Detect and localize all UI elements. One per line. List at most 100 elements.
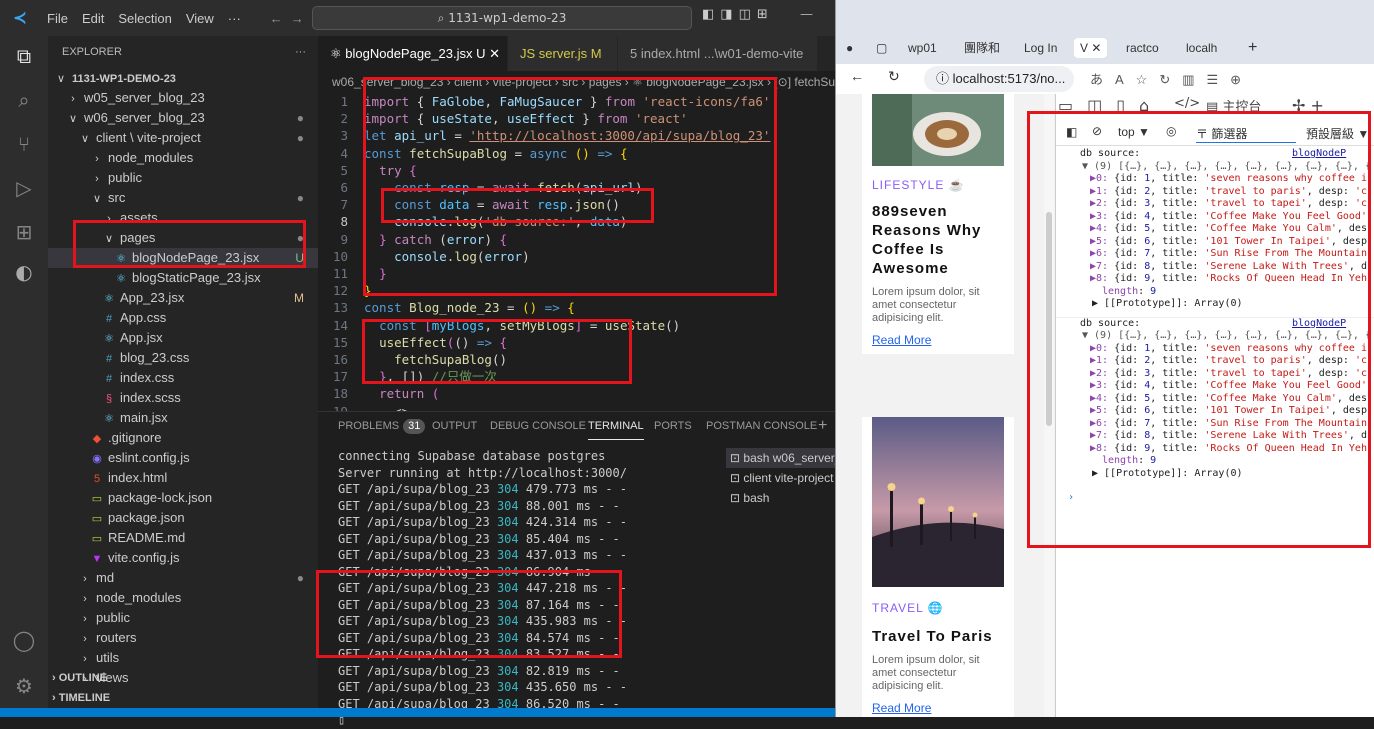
tree-item[interactable]: › w05_server_blog_23: [48, 88, 318, 108]
new-tab-button[interactable]: +: [1248, 38, 1257, 58]
tree-item-label: w06_server_blog_23: [84, 110, 205, 125]
tree-item-label: md: [96, 570, 115, 585]
tab-problems[interactable]: PROBLEMS 31: [338, 412, 426, 440]
file-type-icon: #: [105, 313, 113, 325]
tab-actions-icon[interactable]: ▢: [876, 38, 887, 58]
timeline-section[interactable]: › TIMELINE: [48, 688, 318, 708]
nav-arrows-icon[interactable]: ←→: [270, 11, 312, 26]
tree-item[interactable]: › routers: [48, 628, 318, 648]
tree-item[interactable]: › node_modules: [48, 148, 318, 168]
tree-item[interactable]: ▭ README.md: [48, 528, 318, 548]
tree-item[interactable]: ▼ vite.config.js: [48, 548, 318, 568]
tree-item[interactable]: › utils: [48, 648, 318, 668]
browser-toolbar-icons[interactable]: あA☆↻▥☰⊕: [1090, 69, 1253, 88]
chevron-icon: ›: [83, 613, 87, 625]
browser-tab-ractco[interactable]: ractco: [1126, 38, 1159, 58]
tree-item[interactable]: ⚛ App.jsx: [48, 328, 318, 348]
browser-tab-wp01[interactable]: wp01: [908, 38, 937, 58]
chevron-icon: ›: [83, 633, 87, 645]
file-type-icon: #: [105, 353, 113, 365]
read-more-link[interactable]: Read More: [872, 701, 1014, 715]
git-status-badge: ●: [296, 191, 304, 205]
code-line[interactable]: 18 return (: [318, 385, 912, 403]
vscode-logo-icon: ≺: [13, 10, 27, 27]
tree-item[interactable]: ⚛ blogStaticPage_23.jsx: [48, 268, 318, 288]
browser-tab-localhost[interactable]: localh: [1186, 38, 1217, 58]
tab-output[interactable]: OUTPUT: [432, 412, 477, 440]
browser-tab-login[interactable]: Log In: [1024, 38, 1057, 58]
tree-item[interactable]: ⚛ App_23.jsx M: [48, 288, 318, 308]
tab-index-html[interactable]: 5 index.html ...\w01-demo-vite: [618, 36, 818, 71]
layout-toggle-icons[interactable]: ◧◨◫⊞: [702, 7, 774, 22]
outline-section[interactable]: › OUTLINE: [48, 668, 318, 688]
tree-item[interactable]: ▭ package-lock.json: [48, 488, 318, 508]
tree-item[interactable]: § index.scss: [48, 388, 318, 408]
tab-blognodepage[interactable]: ⚛ blogNodePage_23.jsx U ✕: [318, 36, 508, 71]
card-body: LIFESTYLE ☕ 889seven Reasons Why Coffee Is A…: [862, 178, 1014, 347]
menu-file[interactable]: File: [40, 11, 75, 26]
line-number: 7: [340, 197, 348, 213]
tree-item[interactable]: # App.css: [48, 308, 318, 328]
menu-view[interactable]: View: [179, 11, 221, 26]
settings-gear-icon[interactable]: ⚙: [10, 672, 38, 700]
tree-item[interactable]: ∨ w06_server_blog_23 ●: [48, 108, 318, 128]
tree-item-label: public: [96, 610, 130, 625]
tree-item[interactable]: ∨ client \ vite-project ●: [48, 128, 318, 148]
tree-item-label: App.css: [120, 310, 167, 325]
explorer-icon[interactable]: ⧉: [10, 42, 38, 70]
tab-ports[interactable]: PORTS: [654, 412, 692, 440]
back-icon[interactable]: ←: [850, 68, 864, 84]
search-icon[interactable]: ⌕: [10, 86, 38, 114]
tab-terminal[interactable]: TERMINAL: [588, 412, 644, 440]
tree-item-label: blogStaticPage_23.jsx: [132, 270, 261, 285]
card-category: LIFESTYLE ☕: [872, 178, 965, 192]
new-terminal-button[interactable]: +: [818, 412, 827, 440]
menu-more[interactable]: ···: [221, 11, 248, 26]
file-type-icon: ⚛: [104, 413, 114, 425]
browser-tab-team[interactable]: 團隊和: [964, 38, 1000, 58]
tab-server-js[interactable]: JS server.js M: [508, 36, 618, 71]
run-debug-icon[interactable]: ▷: [10, 174, 38, 202]
tree-item-label: README.md: [108, 530, 186, 545]
file-type-icon: #: [105, 373, 113, 385]
menu-selection[interactable]: Selection: [111, 11, 178, 26]
tree-item-label: 1131-WP1-DEMO-23: [72, 73, 176, 85]
tree-item[interactable]: ◉ eslint.config.js: [48, 448, 318, 468]
tree-item[interactable]: # index.css: [48, 368, 318, 388]
extensions-icon[interactable]: ⊞: [10, 218, 38, 246]
tree-item-label: main.jsx: [120, 410, 168, 425]
git-status-badge: M: [294, 291, 304, 305]
line-number: 13: [332, 300, 348, 316]
profile-avatar-icon[interactable]: ●: [846, 38, 853, 58]
tree-item[interactable]: ∨ src ●: [48, 188, 318, 208]
command-center-search[interactable]: ⌕ 1131-wp1-demo-23: [312, 6, 692, 30]
reload-icon[interactable]: ↻: [888, 68, 900, 85]
remote-icon[interactable]: ◐: [10, 258, 38, 286]
tree-item[interactable]: › node_modules: [48, 588, 318, 608]
read-more-link[interactable]: Read More: [872, 333, 1014, 347]
explorer-more-icon[interactable]: ···: [295, 36, 306, 68]
tab-debug-console[interactable]: DEBUG CONSOLE: [490, 412, 586, 440]
code-line[interactable]: 13 const Blog_node_23 = () => {: [318, 299, 912, 317]
chevron-icon: ›: [71, 93, 75, 105]
tree-item[interactable]: › md ●: [48, 568, 318, 588]
elements-tab-icon[interactable]: </>: [1174, 96, 1200, 111]
tree-item[interactable]: › public: [48, 608, 318, 628]
menu-edit[interactable]: Edit: [75, 11, 111, 26]
url-input[interactable]: ⓘ localhost:5173/no...: [924, 66, 1074, 92]
line-number: 14: [332, 317, 348, 333]
source-control-icon[interactable]: ⑂: [10, 130, 38, 158]
tree-item[interactable]: ∨ 1131-WP1-DEMO-23: [48, 68, 318, 88]
browser-tab-vite-active[interactable]: V ✕: [1074, 38, 1108, 58]
tree-item[interactable]: ◆ .gitignore: [48, 428, 318, 448]
tab-postman-console[interactable]: POSTMAN CONSOLE: [706, 412, 817, 440]
accounts-icon[interactable]: ◯: [10, 626, 38, 654]
annotation-box-fetch-function: [363, 77, 777, 296]
tree-item[interactable]: ▭ package.json: [48, 508, 318, 528]
tree-item[interactable]: ⚛ main.jsx: [48, 408, 318, 428]
tree-item[interactable]: › public: [48, 168, 318, 188]
card-excerpt: Lorem ipsum dolor, sit amet consectetur ad…: [872, 286, 980, 324]
tree-item[interactable]: # blog_23.css: [48, 348, 318, 368]
tree-item-label: App.jsx: [120, 330, 163, 345]
tree-item[interactable]: 5 index.html: [48, 468, 318, 488]
